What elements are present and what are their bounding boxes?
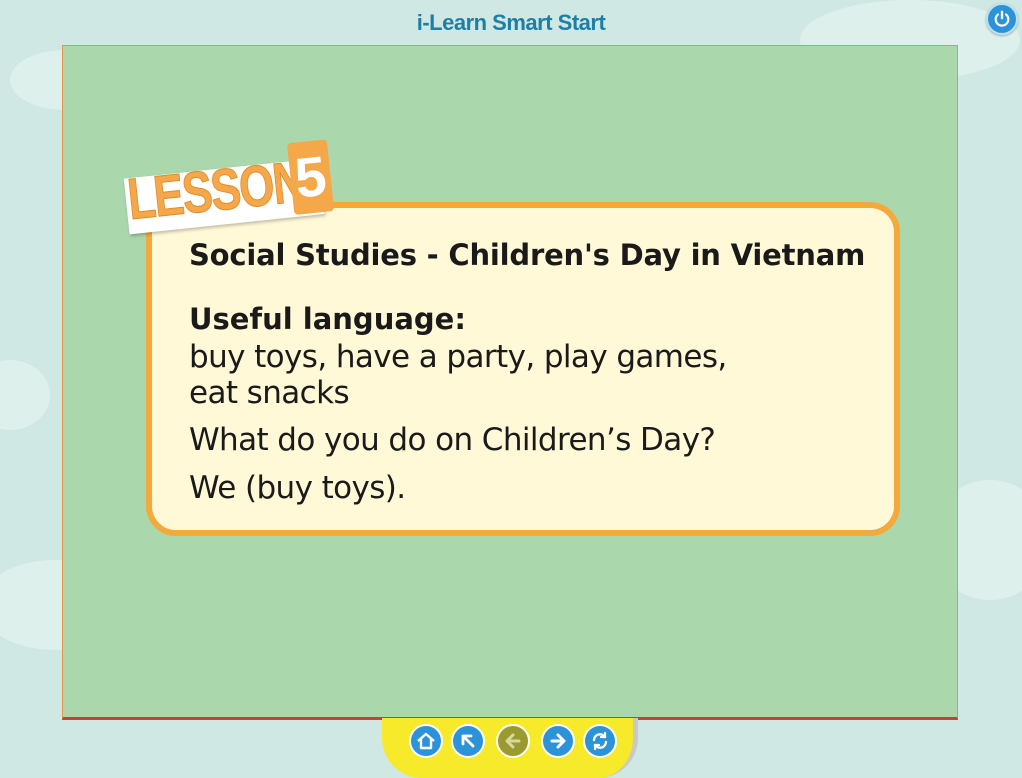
previous-icon: [505, 733, 521, 749]
useful-language-label: Useful language:: [189, 302, 466, 336]
replay-icon: [592, 731, 608, 751]
app-title: i-Learn Smart Start: [416, 10, 606, 35]
menu-back-button[interactable]: [451, 724, 485, 758]
next-icon: [550, 733, 566, 749]
lesson-badge-word: LESSON: [124, 149, 308, 233]
menu-back-icon: [461, 734, 475, 748]
home-icon: [417, 732, 435, 750]
answer-line: We (buy toys).: [189, 470, 406, 506]
lesson-heading: Social Studies - Children's Day in Vietn…: [189, 238, 866, 272]
home-button[interactable]: [409, 724, 443, 758]
power-button[interactable]: [986, 3, 1018, 35]
background-cloud: [0, 360, 50, 430]
question-line: What do you do on Children’s Day?: [189, 422, 716, 458]
lesson-badge-number: 5: [286, 139, 335, 216]
power-icon: [994, 10, 1010, 27]
next-button[interactable]: [541, 724, 575, 758]
previous-button[interactable]: [496, 724, 530, 758]
language-line: buy toys, have a party, play games,: [189, 339, 727, 375]
language-line: eat snacks: [189, 375, 350, 411]
replay-button[interactable]: [583, 724, 617, 758]
